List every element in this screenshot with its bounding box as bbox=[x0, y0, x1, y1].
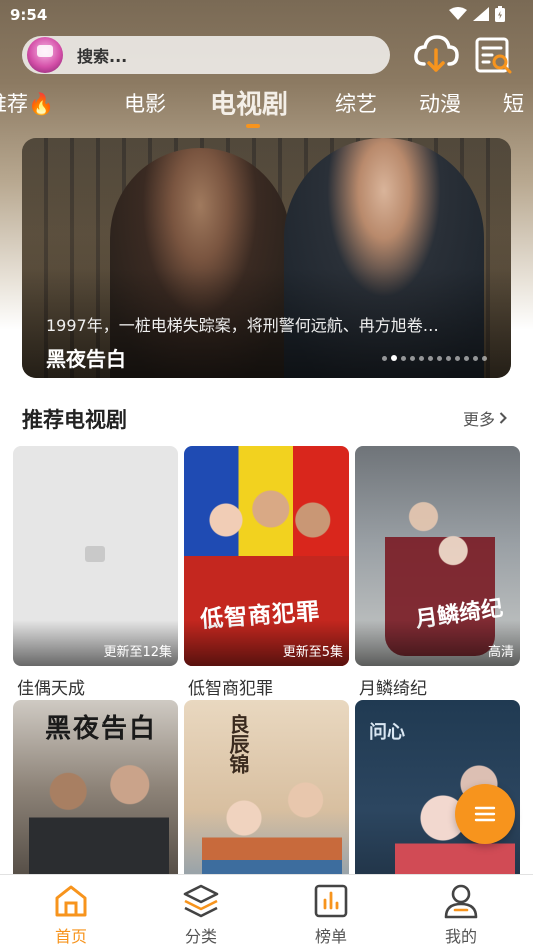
poster-logo-text: 问心 bbox=[369, 722, 405, 743]
chart-icon bbox=[314, 884, 348, 918]
nav-label: 榜单 bbox=[314, 927, 347, 946]
tab-variety[interactable]: 综艺 bbox=[335, 88, 377, 118]
card-title[interactable]: 佳偶天成 bbox=[13, 674, 178, 699]
more-label: 更多 bbox=[463, 410, 496, 429]
episode-badge: 更新至5集 bbox=[282, 645, 343, 660]
search-bar[interactable]: 搜索... bbox=[22, 36, 390, 74]
carousel-dot[interactable] bbox=[419, 355, 424, 361]
search-input[interactable]: 搜索... bbox=[77, 43, 127, 67]
carousel-dot[interactable] bbox=[455, 355, 460, 361]
battery-icon bbox=[495, 6, 505, 22]
media-card[interactable]: 更新至12集 佳偶天成 bbox=[13, 446, 178, 699]
carousel-dot[interactable] bbox=[473, 355, 478, 361]
menu-icon bbox=[474, 806, 496, 822]
bottom-navigation: 首页 分类 榜单 我的 bbox=[0, 874, 533, 949]
category-tabs: 推荐🔥 电影 电视剧 综艺 动漫 短 bbox=[0, 80, 533, 130]
media-card[interactable]: 低智商犯罪 更新至5集 低智商犯罪 bbox=[184, 446, 349, 699]
carousel-dot[interactable] bbox=[382, 355, 387, 361]
nav-category[interactable]: 分类 bbox=[161, 883, 241, 947]
nav-label: 我的 bbox=[444, 927, 477, 946]
carousel-dot[interactable] bbox=[446, 355, 451, 361]
carousel-dot[interactable] bbox=[401, 355, 406, 361]
user-icon bbox=[444, 884, 478, 919]
carousel-dot[interactable] bbox=[482, 355, 487, 361]
status-icons bbox=[449, 6, 505, 22]
history-search-icon[interactable] bbox=[474, 36, 514, 76]
wifi-icon bbox=[449, 7, 467, 20]
nav-label: 首页 bbox=[54, 927, 87, 946]
banner-description: 1997年，一桩电梯失踪案，将刑警何远航、冉方旭卷… bbox=[46, 316, 439, 335]
poster-art bbox=[198, 476, 338, 586]
section-title: 推荐电视剧 bbox=[22, 408, 127, 432]
tab-tv-series[interactable]: 电视剧 bbox=[210, 84, 288, 121]
carousel-dot[interactable] bbox=[464, 355, 469, 361]
poster-logo-text: 良辰锦 bbox=[226, 714, 250, 774]
media-card[interactable]: 月鳞绮纪 高清 月鳞绮纪 bbox=[355, 446, 520, 699]
home-icon bbox=[55, 885, 87, 917]
nav-label: 分类 bbox=[184, 927, 217, 946]
quality-badge: 高清 bbox=[487, 645, 514, 660]
nav-ranking[interactable]: 榜单 bbox=[291, 883, 371, 947]
banner-carousel[interactable]: 1997年，一桩电梯失踪案，将刑警何远航、冉方旭卷… 黑夜告白 bbox=[22, 138, 511, 378]
app-logo-avatar[interactable] bbox=[27, 37, 63, 73]
image-placeholder-icon bbox=[85, 546, 105, 562]
poster[interactable]: 月鳞绮纪 高清 bbox=[355, 446, 520, 666]
status-time: 9:54 bbox=[10, 6, 48, 24]
poster-logo-text: 黑夜告白 bbox=[45, 714, 158, 744]
tab-recommend[interactable]: 推荐🔥 bbox=[0, 88, 54, 118]
card-title[interactable]: 月鳞绮纪 bbox=[355, 674, 520, 699]
tab-movies[interactable]: 电影 bbox=[124, 88, 166, 118]
episode-badge: 更新至12集 bbox=[103, 645, 172, 660]
status-bar: 9:54 bbox=[0, 0, 533, 32]
carousel-dot[interactable] bbox=[391, 355, 397, 361]
tab-anime[interactable]: 动漫 bbox=[419, 88, 461, 118]
poster-placeholder[interactable]: 更新至12集 bbox=[13, 446, 178, 666]
signal-icon bbox=[473, 7, 489, 21]
nav-home[interactable]: 首页 bbox=[31, 883, 111, 947]
menu-fab[interactable] bbox=[455, 784, 515, 844]
card-title[interactable]: 低智商犯罪 bbox=[184, 674, 349, 699]
carousel-dot[interactable] bbox=[428, 355, 433, 361]
tab-short[interactable]: 短 bbox=[503, 88, 524, 118]
cloud-download-icon[interactable] bbox=[412, 32, 460, 76]
layers-icon bbox=[183, 884, 219, 918]
chevron-right-icon bbox=[499, 412, 507, 424]
active-tab-indicator bbox=[246, 124, 260, 128]
nav-profile[interactable]: 我的 bbox=[421, 883, 501, 947]
carousel-indicator bbox=[382, 355, 487, 361]
poster[interactable]: 低智商犯罪 更新至5集 bbox=[184, 446, 349, 666]
more-link[interactable]: 更多 bbox=[463, 406, 507, 430]
carousel-dot[interactable] bbox=[410, 355, 415, 361]
banner-title: 黑夜告白 bbox=[46, 347, 126, 371]
carousel-dot[interactable] bbox=[437, 355, 442, 361]
